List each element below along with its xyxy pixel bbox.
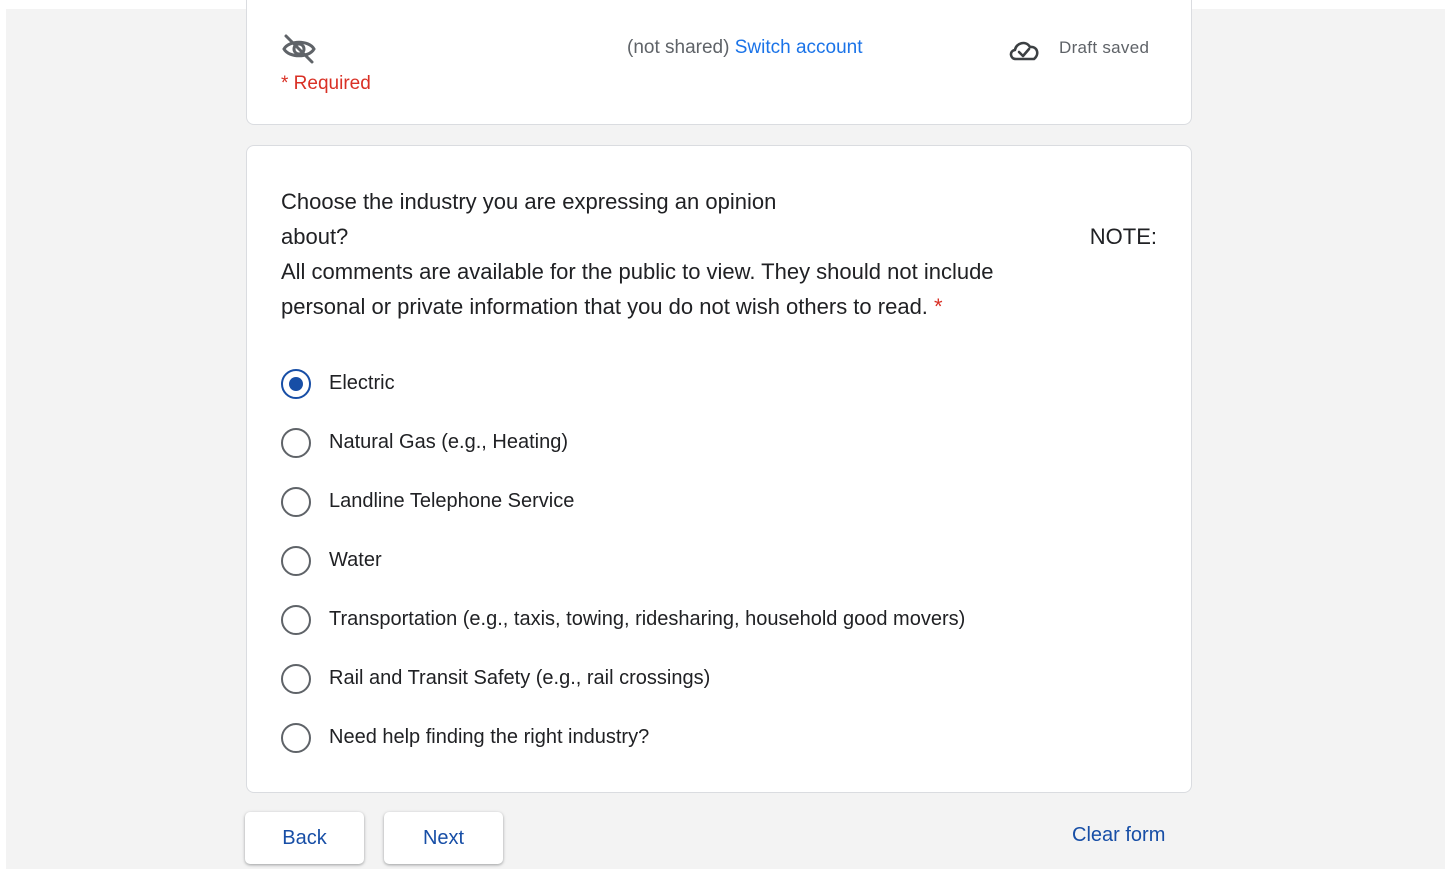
note-label: NOTE:	[1089, 224, 1157, 249]
question-title-line: about?	[281, 224, 349, 249]
required-marker: *	[934, 294, 943, 319]
option-landline-telephone[interactable]: Landline Telephone Service	[281, 472, 1161, 531]
radio-button[interactable]	[281, 486, 311, 517]
question-title-line: All comments are available for the publi…	[281, 259, 994, 284]
form-header-card: (not shared) Switch account Draft saved …	[246, 0, 1192, 125]
option-label: Landline Telephone Service	[329, 490, 575, 512]
draft-status: Draft saved	[1059, 38, 1150, 57]
option-label: Water	[329, 549, 382, 571]
industry-options: Electric Natural Gas (e.g., Heating) Lan…	[281, 354, 1161, 767]
radio-button[interactable]	[281, 604, 311, 635]
question-card: Choose the industry you are expressing a…	[246, 145, 1192, 793]
option-label: Natural Gas (e.g., Heating)	[329, 431, 568, 453]
radio-button[interactable]	[281, 722, 311, 753]
account-status: (not shared) Switch account	[627, 37, 863, 59]
account-sharing-status: (not shared)	[627, 37, 730, 58]
option-rail-transit-safety[interactable]: Rail and Transit Safety (e.g., rail cros…	[281, 649, 1161, 708]
option-label: Need help finding the right industry?	[329, 726, 650, 748]
option-need-help[interactable]: Need help finding the right industry?	[281, 708, 1161, 767]
option-water[interactable]: Water	[281, 531, 1161, 590]
next-button[interactable]: Next	[384, 812, 503, 864]
switch-account-link[interactable]: Switch account	[735, 37, 863, 58]
radio-button[interactable]	[281, 663, 311, 694]
account-row: (not shared) Switch account Draft saved	[281, 21, 1157, 69]
option-natural-gas[interactable]: Natural Gas (e.g., Heating)	[281, 413, 1161, 472]
form-page: (not shared) Switch account Draft saved …	[6, 0, 1445, 869]
eye-off-icon	[282, 34, 316, 64]
option-electric[interactable]: Electric	[281, 354, 1161, 413]
question-title-text: personal or private information that you…	[281, 294, 928, 319]
cloud-done-icon	[1009, 41, 1039, 61]
question-title-line: Choose the industry you are expressing a…	[281, 189, 777, 214]
question-title-line: personal or private information that you…	[281, 289, 1161, 324]
option-label: Electric	[329, 372, 395, 394]
option-label: Transportation (e.g., taxis, towing, rid…	[329, 608, 966, 630]
clear-form-link[interactable]: Clear form	[1072, 824, 1165, 847]
question-title: Choose the industry you are expressing a…	[281, 184, 1161, 324]
back-button[interactable]: Back	[245, 812, 364, 864]
radio-button[interactable]	[281, 545, 311, 576]
radio-button[interactable]	[281, 368, 311, 399]
required-note: * Required	[281, 73, 371, 94]
radio-button[interactable]	[281, 427, 311, 458]
option-transportation[interactable]: Transportation (e.g., taxis, towing, rid…	[281, 590, 1161, 649]
option-label: Rail and Transit Safety (e.g., rail cros…	[329, 667, 711, 689]
